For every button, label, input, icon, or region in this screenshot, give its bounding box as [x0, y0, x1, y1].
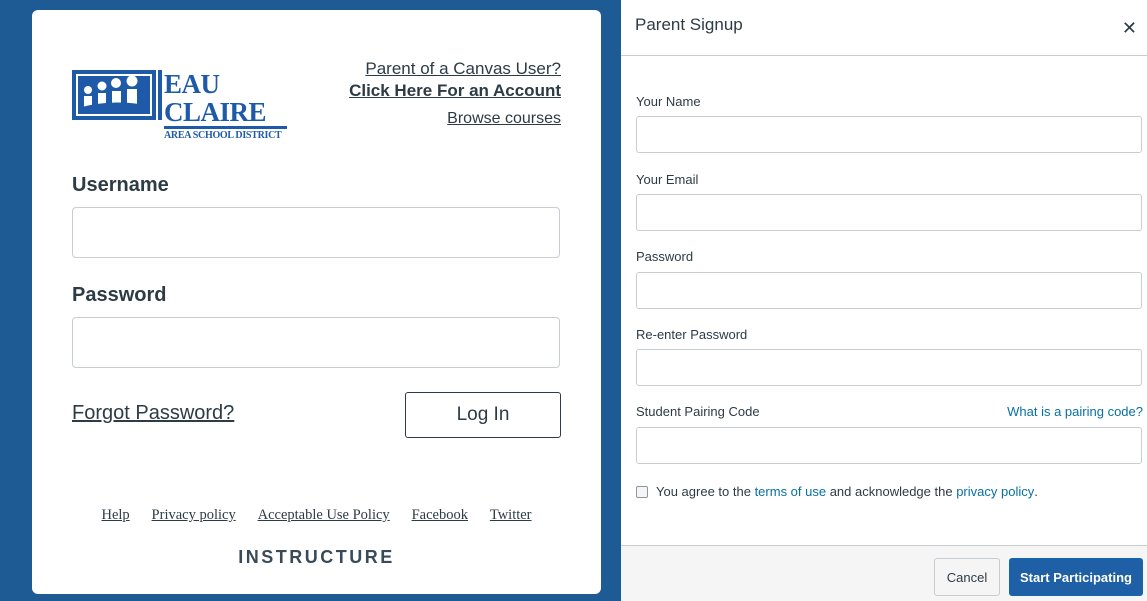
footer-links: Help Privacy policy Acceptable Use Polic… [32, 506, 601, 524]
footer-link-privacy[interactable]: Privacy policy [152, 507, 236, 523]
footer-link-help[interactable]: Help [101, 507, 129, 523]
browse-courses-link[interactable]: Browse courses [447, 110, 561, 128]
agree-text-suffix: . [1034, 484, 1038, 499]
parent-question-link[interactable]: Parent of a Canvas User? [349, 58, 561, 80]
modal-footer: Cancel Start Participating [621, 545, 1147, 601]
login-background: EAU CLAIRE AREA SCHOOL DISTRICT Parent o… [0, 0, 621, 601]
email-label: Your Email [636, 172, 699, 187]
signup-password-input[interactable] [636, 272, 1142, 309]
username-label: Username [72, 174, 169, 196]
modal-title: Parent Signup [635, 15, 743, 34]
district-logo: EAU CLAIRE AREA SCHOOL DISTRICT [72, 68, 287, 141]
parent-links: Parent of a Canvas User? Click Here For … [349, 58, 561, 102]
name-input[interactable] [636, 116, 1142, 153]
instructure-brand: INSTRUCTURE [238, 547, 395, 567]
reenter-password-label: Re-enter Password [636, 327, 748, 342]
pairing-code-input[interactable] [636, 427, 1142, 464]
parent-signup-modal: Parent Signup ✕ Your Name Your Email Pas… [621, 0, 1147, 601]
email-input[interactable] [636, 194, 1142, 231]
logo-subtitle: AREA SCHOOL DISTRICT [164, 130, 282, 141]
terms-checkbox[interactable] [636, 485, 648, 498]
footer-link-facebook[interactable]: Facebook [412, 507, 468, 523]
cancel-button[interactable]: Cancel [934, 558, 1000, 596]
terms-agreement: You agree to the terms of use and acknow… [636, 484, 1038, 499]
modal-header: Parent Signup ✕ [621, 0, 1147, 56]
close-icon[interactable]: ✕ [1122, 18, 1137, 39]
start-participating-button[interactable]: Start Participating [1009, 558, 1143, 596]
agree-text-prefix: You agree to the [656, 484, 755, 499]
pairing-code-label: Student Pairing Code [636, 404, 760, 419]
username-input[interactable] [72, 207, 560, 258]
privacy-policy-link[interactable]: privacy policy [956, 484, 1034, 499]
reenter-password-input[interactable] [636, 349, 1142, 386]
footer-link-twitter[interactable]: Twitter [490, 507, 532, 523]
footer-link-acceptable-use[interactable]: Acceptable Use Policy [258, 507, 390, 523]
password-input[interactable] [72, 317, 560, 368]
name-label: Your Name [636, 94, 701, 109]
password-label: Password [72, 284, 167, 306]
pairing-code-help-link[interactable]: What is a pairing code? [1007, 404, 1143, 419]
logo-title: EAU CLAIRE [164, 70, 287, 129]
parent-account-link[interactable]: Click Here For an Account [349, 80, 561, 102]
login-card: EAU CLAIRE AREA SCHOOL DISTRICT Parent o… [32, 10, 601, 594]
login-button[interactable]: Log In [405, 392, 561, 438]
forgot-password-link[interactable]: Forgot Password? [72, 402, 234, 425]
terms-of-use-link[interactable]: terms of use [755, 484, 827, 499]
signup-password-label: Password [636, 249, 694, 264]
agree-text-middle: and acknowledge the [826, 484, 957, 499]
